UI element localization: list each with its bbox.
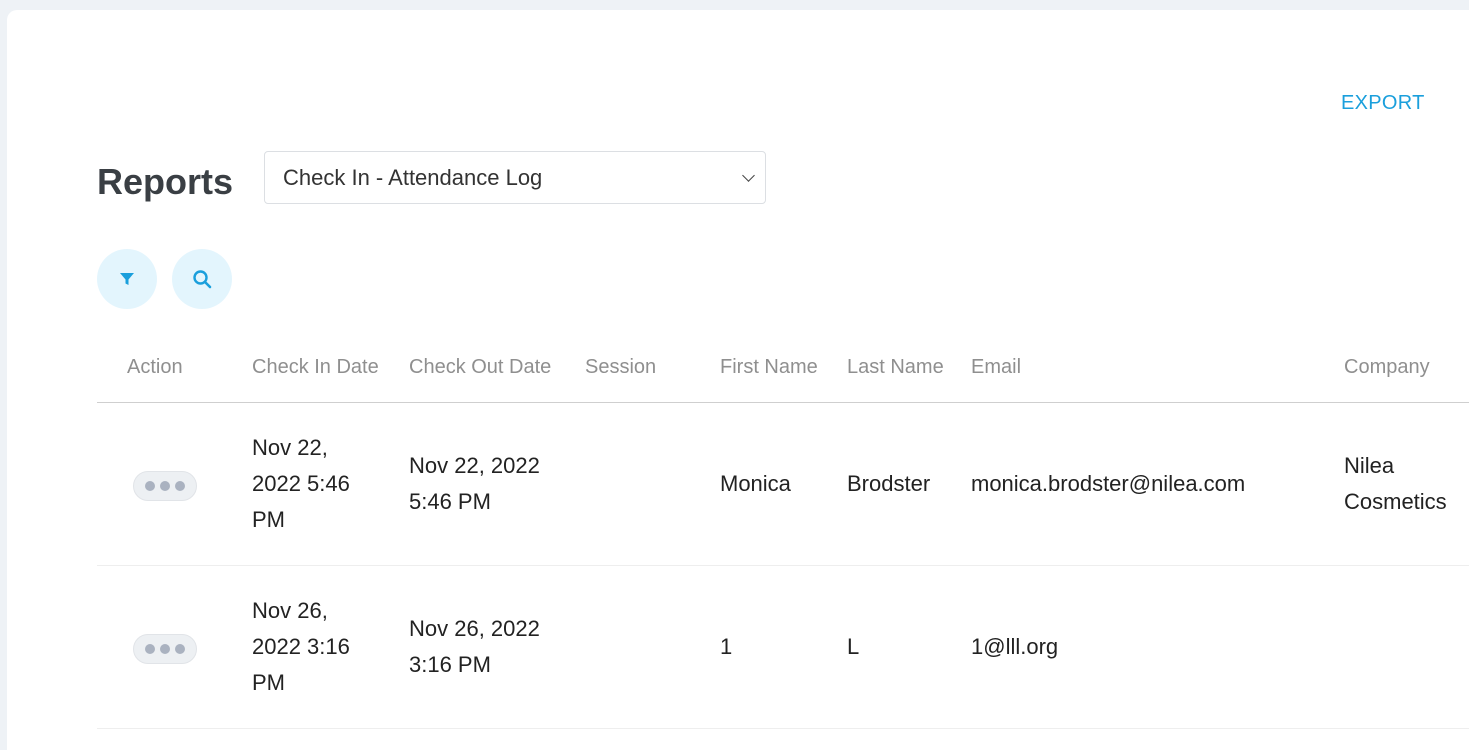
row-actions-button[interactable] xyxy=(133,634,197,664)
column-header-session[interactable]: Session xyxy=(585,332,720,403)
cell-check-in-date: Nov 26, 2022 3:16 PM xyxy=(252,565,409,729)
report-table: Action Check In Date Check Out Date Sess… xyxy=(97,332,1469,729)
cell-company xyxy=(1344,565,1469,729)
cell-session xyxy=(585,565,720,729)
column-header-first-name[interactable]: First Name xyxy=(720,332,847,403)
column-header-check-out-date[interactable]: Check Out Date xyxy=(409,332,585,403)
column-header-last-name[interactable]: Last Name xyxy=(847,332,971,403)
filter-icon xyxy=(120,273,134,285)
column-header-action[interactable]: Action xyxy=(97,332,252,403)
table-row: Nov 26, 2022 3:16 PM Nov 26, 2022 3:16 P… xyxy=(97,565,1469,729)
report-type-value: Check In - Attendance Log xyxy=(283,164,543,190)
cell-email: monica.brodster@nilea.com xyxy=(971,402,1344,566)
column-header-check-in-date[interactable]: Check In Date xyxy=(252,332,409,403)
search-button[interactable] xyxy=(172,249,232,309)
table-row: Nov 22, 2022 5:46 PM Nov 22, 2022 5:46 P… xyxy=(97,402,1469,566)
table-header-row: Action Check In Date Check Out Date Sess… xyxy=(97,332,1469,403)
cell-email: 1@lll.org xyxy=(971,565,1344,729)
chevron-down-icon xyxy=(742,168,755,182)
export-button[interactable]: EXPORT xyxy=(1341,92,1425,115)
cell-first-name: 1 xyxy=(720,565,847,729)
filter-button[interactable] xyxy=(97,249,157,309)
cell-check-out-date: Nov 26, 2022 3:16 PM xyxy=(409,565,585,729)
dot-icon xyxy=(160,644,170,654)
cell-check-in-date: Nov 22, 2022 5:46 PM xyxy=(252,402,409,566)
search-icon xyxy=(193,270,212,289)
cell-check-out-date: Nov 22, 2022 5:46 PM xyxy=(409,402,585,566)
column-header-email[interactable]: Email xyxy=(971,332,1344,403)
row-actions-button[interactable] xyxy=(133,471,197,501)
cell-company: Nilea Cosmetics xyxy=(1344,402,1469,566)
page-title: Reports xyxy=(97,161,234,202)
report-card: EXPORT Reports Check In - Attendance Log… xyxy=(7,10,1469,750)
cell-last-name: L xyxy=(847,565,971,729)
cell-first-name: Monica xyxy=(720,402,847,566)
dot-icon xyxy=(175,481,185,491)
dot-icon xyxy=(145,481,155,491)
cell-last-name: Brodster xyxy=(847,402,971,566)
dot-icon xyxy=(145,644,155,654)
column-header-company[interactable]: Company xyxy=(1344,332,1469,403)
dot-icon xyxy=(175,644,185,654)
cell-session xyxy=(585,402,720,566)
report-type-select[interactable]: Check In - Attendance Log xyxy=(264,151,766,204)
dot-icon xyxy=(160,481,170,491)
